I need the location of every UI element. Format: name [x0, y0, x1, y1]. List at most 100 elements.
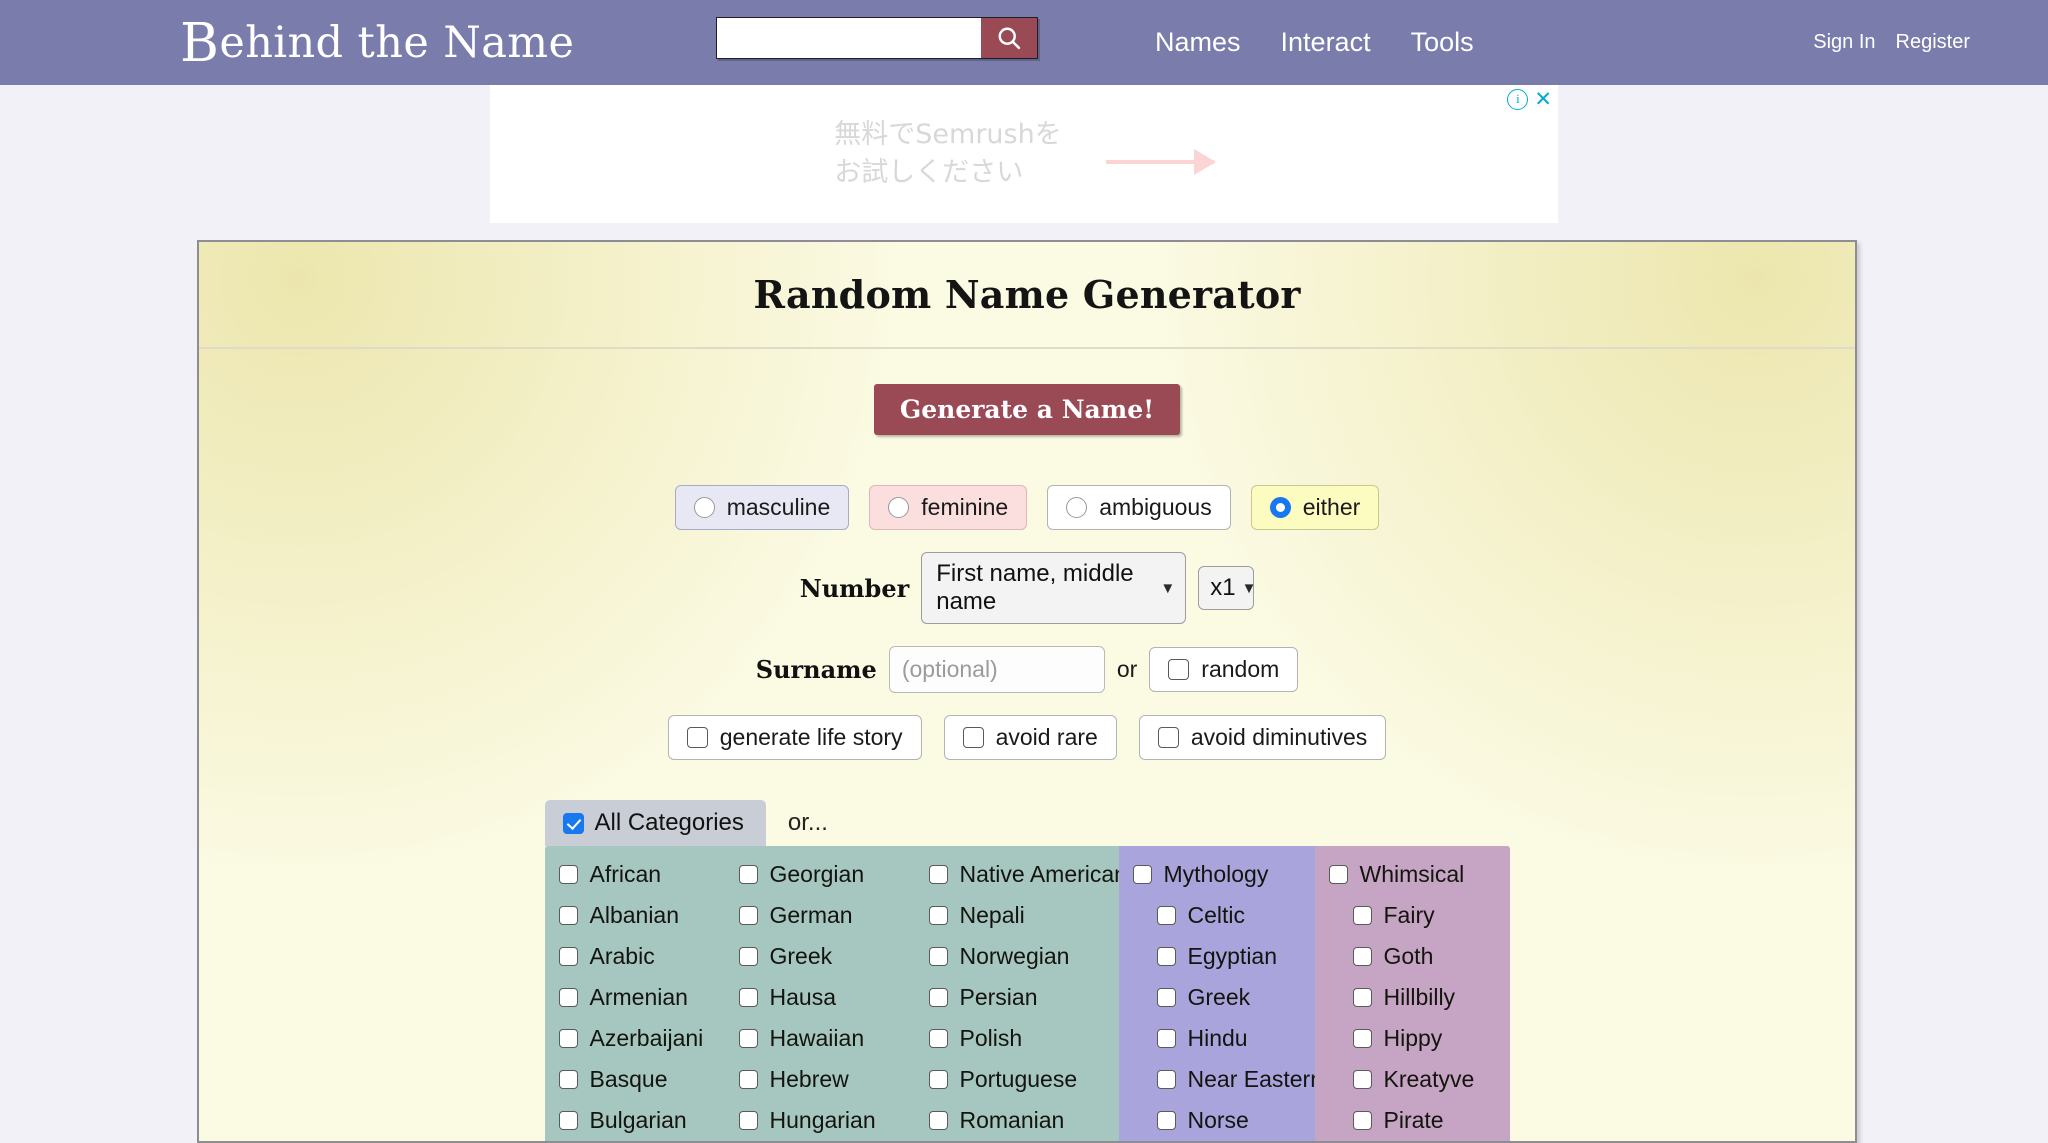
category-item[interactable]: Goth	[1329, 936, 1510, 977]
category-item[interactable]: Mythology	[1132, 854, 1315, 895]
category-item[interactable]: Hebrew	[738, 1059, 925, 1100]
category-item[interactable]: Hausa	[738, 977, 925, 1018]
checkbox-icon[interactable]	[558, 947, 578, 966]
checkbox-icon[interactable]	[1156, 906, 1176, 925]
checkbox-icon[interactable]	[1156, 947, 1176, 966]
option-avoid-rare[interactable]: avoid rare	[943, 715, 1117, 760]
gender-option-masculine[interactable]: masculine	[674, 485, 850, 530]
gender-option-ambiguous[interactable]: ambiguous	[1047, 485, 1231, 530]
advertisement[interactable]: 無料でSemrushを お試しください i ✕	[490, 85, 1558, 223]
category-item[interactable]: Arabic	[558, 936, 735, 977]
checkbox-icon[interactable]	[1328, 865, 1348, 884]
category-item[interactable]: Greek	[1133, 977, 1315, 1018]
category-item[interactable]: Nepali	[928, 895, 1119, 936]
category-item[interactable]: Native American	[928, 854, 1127, 895]
checkbox-icon[interactable]	[1157, 727, 1179, 748]
checkbox-icon[interactable]	[738, 947, 758, 966]
checkbox-icon[interactable]	[928, 947, 948, 966]
checkbox-icon[interactable]	[1352, 947, 1372, 966]
checkbox-icon[interactable]	[928, 988, 948, 1007]
checkbox-icon[interactable]	[738, 1070, 758, 1089]
checkbox-icon[interactable]	[1168, 659, 1190, 680]
site-logo[interactable]: Behind the Name	[180, 17, 574, 70]
category-item[interactable]: Persian	[928, 977, 1119, 1018]
radio-icon[interactable]	[888, 497, 910, 518]
search-input[interactable]	[717, 18, 981, 58]
checkbox-icon[interactable]	[1156, 1111, 1176, 1130]
category-item[interactable]: Fairy	[1329, 895, 1510, 936]
category-item[interactable]: Albanian	[558, 895, 735, 936]
category-item[interactable]: Hippy	[1329, 1018, 1510, 1059]
ad-content[interactable]: 無料でSemrushを お試しください	[490, 85, 1558, 223]
category-item[interactable]: Polish	[928, 1018, 1119, 1059]
category-item[interactable]: Romanian	[928, 1100, 1119, 1141]
gender-option-either[interactable]: either	[1250, 485, 1380, 530]
all-categories-toggle[interactable]: All Categories	[544, 800, 766, 846]
checkbox-icon[interactable]	[962, 727, 984, 748]
category-item[interactable]: Azerbaijani	[558, 1018, 735, 1059]
checkbox-icon[interactable]	[1352, 906, 1372, 925]
register-link[interactable]: Register	[1896, 31, 1970, 54]
checkbox-icon[interactable]	[738, 988, 758, 1007]
checkbox-icon[interactable]	[928, 1029, 948, 1048]
category-item[interactable]: Norwegian	[928, 936, 1119, 977]
checkbox-icon[interactable]	[1352, 988, 1372, 1007]
search-box[interactable]	[716, 17, 1038, 59]
category-item[interactable]: Bulgarian	[558, 1100, 735, 1141]
checkbox-icon[interactable]	[928, 906, 948, 925]
category-item[interactable]: Whimsical	[1328, 854, 1510, 895]
checkbox-icon[interactable]	[738, 906, 758, 925]
checkbox-icon[interactable]	[558, 865, 578, 884]
category-item[interactable]: Egyptian	[1133, 936, 1315, 977]
checkbox-icon[interactable]	[558, 988, 578, 1007]
checkbox-icon[interactable]	[1352, 1111, 1372, 1130]
category-item[interactable]: Hindu	[1133, 1018, 1315, 1059]
category-item[interactable]: African	[558, 854, 735, 895]
checkbox-icon[interactable]	[738, 865, 758, 884]
radio-icon[interactable]	[693, 497, 715, 518]
checkbox-icon[interactable]	[1352, 1070, 1372, 1089]
category-item[interactable]: Celtic	[1133, 895, 1315, 936]
checkbox-icon[interactable]	[558, 906, 578, 925]
name-type-select[interactable]: First name, middle name ▼	[921, 552, 1187, 624]
ad-close-icon[interactable]: ✕	[1534, 89, 1552, 110]
category-item[interactable]: Basque	[558, 1059, 735, 1100]
category-item[interactable]: Norse	[1133, 1100, 1315, 1141]
category-item[interactable]: Hungarian	[738, 1100, 925, 1141]
checkbox-icon[interactable]	[1352, 1029, 1372, 1048]
category-item[interactable]: Georgian	[738, 854, 925, 895]
checkbox-icon[interactable]	[686, 727, 708, 748]
generate-name-button[interactable]: Generate a Name!	[873, 384, 1181, 435]
surname-random-option[interactable]: random	[1149, 647, 1299, 692]
nav-item-tools[interactable]: Tools	[1411, 27, 1474, 58]
multiplier-select[interactable]: x1 ▼	[1198, 566, 1256, 610]
option-generate-life-story[interactable]: generate life story	[667, 715, 922, 760]
checkbox-icon[interactable]	[1132, 865, 1152, 884]
category-item[interactable]: Greek	[738, 936, 925, 977]
gender-option-feminine[interactable]: feminine	[869, 485, 1028, 530]
ad-info-icon[interactable]: i	[1507, 89, 1529, 110]
search-button[interactable]	[981, 18, 1037, 58]
checkbox-icon[interactable]	[738, 1111, 758, 1130]
sign-in-link[interactable]: Sign In	[1813, 31, 1875, 54]
checkbox-icon[interactable]	[1156, 1070, 1176, 1089]
checkbox-icon-checked[interactable]	[562, 812, 584, 834]
checkbox-icon[interactable]	[558, 1111, 578, 1130]
checkbox-icon[interactable]	[1156, 988, 1176, 1007]
category-item[interactable]: German	[738, 895, 925, 936]
category-item[interactable]: Portuguese	[928, 1059, 1119, 1100]
option-avoid-diminutives[interactable]: avoid diminutives	[1138, 715, 1387, 760]
checkbox-icon[interactable]	[558, 1029, 578, 1048]
checkbox-icon[interactable]	[1156, 1029, 1176, 1048]
category-item[interactable]: Pirate	[1329, 1100, 1510, 1141]
category-item[interactable]: Armenian	[558, 977, 735, 1018]
radio-icon-selected[interactable]	[1269, 497, 1291, 518]
category-item[interactable]: Hawaiian	[738, 1018, 925, 1059]
surname-input[interactable]	[888, 646, 1105, 693]
nav-item-names[interactable]: Names	[1155, 27, 1241, 58]
checkbox-icon[interactable]	[558, 1070, 578, 1089]
checkbox-icon[interactable]	[928, 1111, 948, 1130]
checkbox-icon[interactable]	[738, 1029, 758, 1048]
category-item[interactable]: Hillbilly	[1329, 977, 1510, 1018]
checkbox-icon[interactable]	[928, 865, 948, 884]
